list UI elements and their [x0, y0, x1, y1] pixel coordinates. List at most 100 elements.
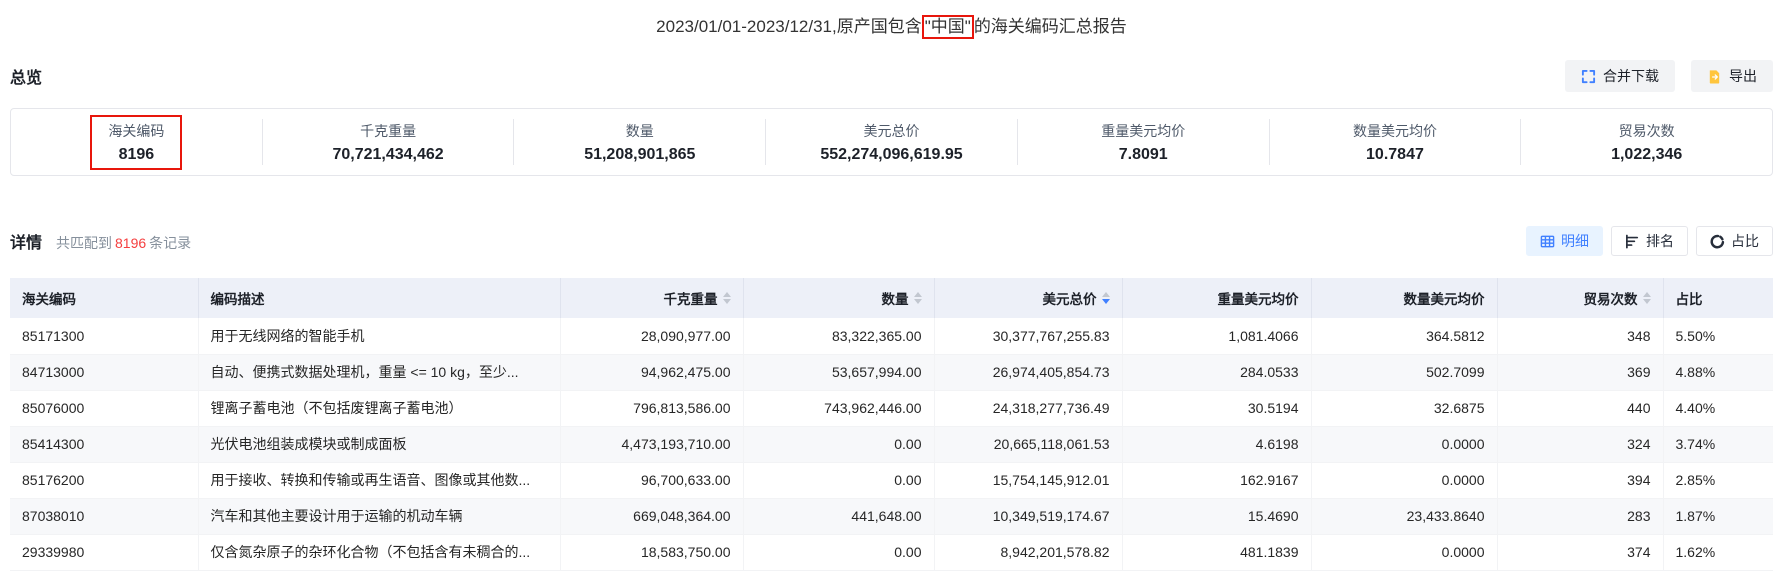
stat-value: 1,022,346 — [1611, 145, 1683, 163]
column-header-weight_kg[interactable]: 千克重量 — [560, 278, 744, 318]
column-header-code: 海关编码 — [10, 278, 199, 318]
tab-label: 明细 — [1561, 233, 1589, 249]
stat-value: 7.8091 — [1118, 145, 1168, 163]
cell-usd_total: 8,942,201,578.82 — [934, 534, 1123, 571]
cell-ratio: 3.74% — [1663, 426, 1773, 463]
export-label: 导出 — [1729, 68, 1757, 84]
cell-usd_total: 24,318,277,736.49 — [934, 390, 1123, 427]
column-header-trade_count[interactable]: 贸易次数 — [1497, 278, 1664, 318]
export-icon — [1707, 69, 1722, 84]
stat-value: 10.7847 — [1366, 145, 1424, 163]
rank-bars-icon — [1625, 234, 1640, 249]
cell-quantity: 53,657,994.00 — [743, 354, 935, 391]
cell-usd_total: 26,974,405,854.73 — [934, 354, 1123, 391]
column-header-ratio: 占比 — [1663, 278, 1773, 318]
column-header-usd_total[interactable]: 美元总价 — [934, 278, 1123, 318]
cell-code: 85414300 — [10, 426, 199, 463]
merge-icon — [1581, 69, 1596, 84]
tab-label: 排名 — [1646, 233, 1674, 249]
sort-carets-icon[interactable] — [722, 292, 731, 304]
cell-usd_avg_qty: 23,433.8640 — [1311, 498, 1498, 535]
merge-download-label: 合并下载 — [1603, 68, 1659, 84]
match-count: 8196 — [115, 235, 147, 251]
column-label: 美元总价 — [1042, 292, 1097, 307]
match-suffix: 条记录 — [149, 235, 192, 251]
stat-label: 贸易次数 — [1618, 122, 1675, 139]
sort-carets-icon[interactable] — [1642, 292, 1651, 304]
cell-weight_kg: 94,962,475.00 — [560, 354, 744, 391]
title-highlight-box: "中国" — [921, 15, 974, 39]
cell-code: 85076000 — [10, 390, 199, 427]
cell-usd_total: 20,665,118,061.53 — [934, 426, 1123, 463]
column-header-usd_avg_qty: 数量美元均价 — [1311, 278, 1498, 318]
cell-ratio: 1.87% — [1663, 498, 1773, 535]
cell-quantity: 441,648.00 — [743, 498, 935, 535]
column-label: 数量 — [881, 292, 909, 307]
table-row: 85076000 锂离子蓄电池（不包括废锂离子蓄电池） 796,813,586.00… — [10, 390, 1773, 427]
sort-carets-icon[interactable] — [913, 292, 922, 304]
cell-code: 29339980 — [10, 534, 199, 571]
cell-trade_count: 348 — [1497, 318, 1664, 355]
cell-ratio: 5.50% — [1663, 318, 1773, 355]
tab-label: 占比 — [1731, 233, 1759, 249]
merge-download-button[interactable]: 合并下载 — [1565, 60, 1675, 92]
cell-usd_total: 15,754,145,912.01 — [934, 462, 1123, 499]
cell-desc: 用于无线网络的智能手机 — [198, 318, 561, 355]
stat-label: 数量 — [625, 122, 654, 139]
stat-label: 海关编码 — [108, 122, 165, 139]
table-grid-icon — [1540, 234, 1555, 249]
overview-stats-card: 海关编码 8196 千克重量 70,721,434,462 数量 51,208,… — [10, 108, 1773, 176]
cell-trade_count: 324 — [1497, 426, 1664, 463]
cell-usd_avg_weight: 284.0533 — [1122, 354, 1312, 391]
sort-carets-icon[interactable] — [1101, 292, 1110, 304]
stat-value: 552,274,096,619.95 — [820, 145, 963, 163]
detail-table: 海关编码 编码描述 千克重量 数量 美元总价 重量美元均价 数量美元均价 贸易次数 占比 851… — [10, 278, 1773, 571]
donut-chart-icon — [1710, 234, 1725, 249]
tab-ratio[interactable]: 占比 — [1696, 226, 1773, 256]
cell-usd_avg_weight: 162.9167 — [1122, 462, 1312, 499]
page-title: 2023/01/01-2023/12/31,原产国包含 "中国" 的海关编码汇总报告 — [10, 0, 1773, 39]
stat-value: 70,721,434,462 — [332, 145, 444, 163]
column-label: 海关编码 — [22, 292, 76, 307]
cell-usd_total: 30,377,767,255.83 — [934, 318, 1123, 355]
cell-quantity: 0.00 — [743, 426, 935, 463]
column-label: 数量美元均价 — [1403, 292, 1485, 307]
cell-desc: 光伏电池组装成模块或制成面板 — [198, 426, 561, 463]
cell-usd_avg_qty: 0.0000 — [1311, 462, 1498, 499]
cell-usd_avg_weight: 30.5194 — [1122, 390, 1312, 427]
match-info: 共匹配到 8196 条记录 — [56, 233, 191, 253]
cell-trade_count: 283 — [1497, 498, 1664, 535]
detail-heading: 详情 — [10, 235, 43, 252]
column-header-usd_avg_weight: 重量美元均价 — [1122, 278, 1312, 318]
stat-label: 数量美元均价 — [1352, 122, 1437, 139]
table-body: 85171300 用于无线网络的智能手机 28,090,977.00 83,322,3… — [10, 318, 1773, 571]
cell-usd_avg_qty: 364.5812 — [1311, 318, 1498, 355]
cell-usd_avg_qty: 32.6875 — [1311, 390, 1498, 427]
column-header-desc: 编码描述 — [198, 278, 561, 318]
stat-usd-avg-qty: 数量美元均价 10.7847 — [1270, 119, 1522, 165]
table-row: 84713000 自动、便携式数据处理机，重量 <= 10 kg，至少... 94,… — [10, 354, 1773, 391]
cell-ratio: 4.40% — [1663, 390, 1773, 427]
cell-weight_kg: 669,048,364.00 — [560, 498, 744, 535]
export-button[interactable]: 导出 — [1691, 60, 1773, 92]
cell-code: 87038010 — [10, 498, 199, 535]
stat-customs-code: 海关编码 8196 — [11, 114, 263, 170]
cell-usd_avg_weight: 4.6198 — [1122, 426, 1312, 463]
column-header-quantity[interactable]: 数量 — [743, 278, 935, 318]
stat-trade-count: 贸易次数 1,022,346 — [1521, 119, 1772, 165]
column-label: 编码描述 — [210, 292, 265, 307]
table-row: 29339980 仅含氮杂原子的杂环化合物（不包括含有未稠合的... 18,583,… — [10, 534, 1773, 571]
tab-rank[interactable]: 排名 — [1611, 226, 1688, 256]
table-row: 85414300 光伏电池组装成模块或制成面板 4,473,193,710.00 0.… — [10, 426, 1773, 463]
report-page: 2023/01/01-2023/12/31,原产国包含 "中国" 的海关编码汇总报告… — [0, 0, 1783, 571]
cell-code: 85176200 — [10, 462, 199, 499]
cell-trade_count: 374 — [1497, 534, 1664, 571]
stat-label: 美元总价 — [863, 122, 920, 139]
tab-detail[interactable]: 明细 — [1526, 226, 1603, 256]
stat-label: 千克重量 — [360, 122, 417, 139]
cell-ratio: 2.85% — [1663, 462, 1773, 499]
stat-label: 重量美元均价 — [1101, 122, 1186, 139]
cell-usd_avg_qty: 0.0000 — [1311, 534, 1498, 571]
column-label: 重量美元均价 — [1217, 292, 1299, 307]
cell-trade_count: 394 — [1497, 462, 1664, 499]
